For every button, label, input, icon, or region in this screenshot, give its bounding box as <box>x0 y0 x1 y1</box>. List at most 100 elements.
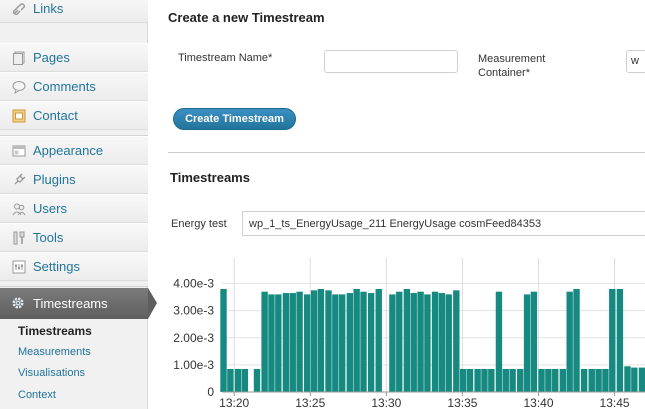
y-tick-label: 3.00e-3 <box>173 304 214 318</box>
y-tick-label: 2.00e-3 <box>173 331 214 345</box>
chart-bar <box>573 288 580 392</box>
sidebar-item-comments[interactable]: Comments <box>0 72 148 101</box>
chart-bar <box>375 288 382 392</box>
pages-icon <box>11 50 27 66</box>
x-tick-label: 13:45 <box>600 396 630 409</box>
chart-bar <box>523 294 531 392</box>
plugin-icon <box>11 172 27 188</box>
sidebar-item-label: Timestreams <box>33 296 108 311</box>
sidebar-item-contact[interactable]: Contact <box>0 101 148 130</box>
chart-bar <box>275 294 282 392</box>
chart-bar <box>517 368 524 392</box>
chart-bar <box>453 290 460 392</box>
sidebar-item-label: Links <box>33 1 64 16</box>
energy-usage-chart: 0 1.00e-3 2.00e-3 3.00e-3 4.00e-3 13:20 13:25… <box>173 258 645 409</box>
comment-icon <box>11 79 27 95</box>
sidebar-item-label: Appearance <box>33 143 104 158</box>
chart-bar <box>403 288 411 392</box>
sidebar-item-pages[interactable]: Pages <box>0 43 148 72</box>
sidebar-item-links[interactable]: Links <box>0 0 148 23</box>
chart-bar <box>580 368 588 392</box>
settings-icon <box>11 259 27 275</box>
chart-bar <box>481 368 488 392</box>
chart-bar <box>332 294 339 392</box>
submenu-item-measurements[interactable]: Measurements <box>18 346 91 358</box>
chart-bar <box>325 290 332 392</box>
gear-icon <box>11 296 27 312</box>
chart-bar <box>595 368 602 392</box>
chart-bar <box>360 291 367 392</box>
sidebar-item-label: Tools <box>33 230 64 245</box>
chart-bar <box>488 368 495 392</box>
x-tick-label: 13:25 <box>295 396 325 409</box>
sidebar-item-users[interactable]: Users <box>0 194 148 223</box>
chart-bar <box>317 288 325 392</box>
submenu-item-timestreams[interactable]: Timestreams <box>18 324 92 338</box>
chart-bar <box>234 368 242 392</box>
chart-bar <box>282 293 290 392</box>
chart-bar <box>466 368 474 392</box>
submenu-item-context[interactable]: Context <box>18 389 56 401</box>
x-tick-label: 13:40 <box>523 396 553 409</box>
link-icon <box>11 1 27 17</box>
sidebar-item-label: Settings <box>33 259 80 274</box>
main-content: Create a new Timestream Timestream Name*… <box>158 0 645 409</box>
chart-bar <box>538 368 545 392</box>
sidebar-item-appearance[interactable]: Appearance <box>0 136 148 165</box>
chart-bar <box>261 291 268 392</box>
sidebar-item-tools[interactable]: Tools <box>0 223 148 252</box>
chart-bar <box>552 368 559 392</box>
x-axis: 13:20 13:25 13:30 13:35 13:40 13:45 <box>219 391 645 409</box>
chart-bar <box>253 368 261 392</box>
users-icon <box>11 201 27 217</box>
chart-bar <box>367 293 375 392</box>
chart-bar <box>445 294 452 392</box>
chart-bar <box>220 288 227 392</box>
y-axis: 0 1.00e-3 2.00e-3 3.00e-3 4.00e-3 <box>173 277 214 399</box>
chart-bar <box>638 367 645 392</box>
chart-bar <box>438 293 446 392</box>
chart-bar <box>602 368 609 392</box>
appearance-icon <box>11 143 27 159</box>
chart-bar <box>545 368 552 392</box>
chart-bar <box>624 366 631 392</box>
chart-bars <box>220 288 645 392</box>
active-menu-arrow <box>148 288 157 319</box>
contact-icon <box>11 108 27 124</box>
y-tick-label: 1.00e-3 <box>173 358 214 372</box>
sidebar-item-timestreams[interactable]: Timestreams <box>0 288 148 319</box>
x-tick-label: 13:35 <box>447 396 477 409</box>
chart-bar <box>631 367 638 392</box>
chart-bar <box>410 293 417 392</box>
submenu-item-visualisations[interactable]: Visualisations <box>18 367 85 379</box>
chart-bar <box>588 368 595 392</box>
chart-bar <box>353 288 360 392</box>
chart-bar <box>530 291 538 392</box>
y-tick-label: 4.00e-3 <box>173 277 214 291</box>
x-tick-label: 13:30 <box>371 396 401 409</box>
sidebar-item-label: Plugins <box>33 172 76 187</box>
chart-bar <box>609 288 616 392</box>
chart-bar <box>502 368 509 392</box>
chart-bar <box>396 291 403 392</box>
chart-bar <box>431 291 439 392</box>
chart-bar <box>559 368 567 392</box>
chart-bar <box>424 294 431 392</box>
menu-separator <box>0 281 148 287</box>
chart-bar <box>346 293 354 392</box>
chart-bar <box>616 288 624 392</box>
sidebar-item-label: Pages <box>33 50 70 65</box>
sidebar-item-plugins[interactable]: Plugins <box>0 165 148 194</box>
chart-bar <box>296 291 303 392</box>
chart-bar <box>304 294 311 392</box>
chart-bar <box>495 291 503 392</box>
chart-bar <box>474 368 481 392</box>
sidebar-item-label: Comments <box>33 79 96 94</box>
chart-bar <box>289 293 296 392</box>
chart-bar <box>227 368 234 392</box>
sidebar-item-settings[interactable]: Settings <box>0 252 148 281</box>
tools-icon <box>11 230 27 246</box>
chart-bar <box>417 291 424 392</box>
chart-bar <box>389 294 396 392</box>
admin-sidebar: Links Pages Comments Contact Appearance … <box>0 0 148 409</box>
